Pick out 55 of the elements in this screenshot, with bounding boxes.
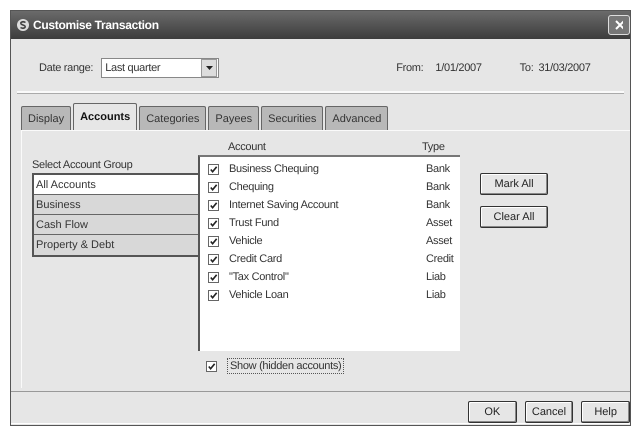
- account-name: Vehicle: [229, 235, 264, 247]
- checkbox[interactable]: [208, 290, 219, 300]
- tab[interactable]: Display: [21, 106, 72, 130]
- group-list-label: Select Account Group: [32, 159, 134, 171]
- account-type: Asset: [426, 217, 454, 229]
- dialog-button[interactable]: Help: [581, 401, 630, 423]
- account-type: Liab: [426, 271, 447, 283]
- tab[interactable]: Payees: [208, 106, 260, 130]
- from-date: 1/01/2007: [435, 62, 482, 74]
- checkbox[interactable]: [208, 254, 219, 264]
- action-button[interactable]: Clear All: [480, 206, 548, 228]
- close-button[interactable]: [608, 15, 630, 35]
- date-range-dropdown[interactable]: Last quarter: [101, 58, 220, 78]
- list-item[interactable]: All Accounts: [34, 175, 198, 195]
- account-name: Business Chequing: [229, 163, 320, 175]
- close-icon: [615, 20, 623, 30]
- account-name: Vehicle Loan: [229, 289, 290, 301]
- tab[interactable]: Securities: [261, 106, 324, 130]
- list-item[interactable]: Cash Flow: [34, 215, 198, 235]
- checkbox[interactable]: [208, 182, 219, 192]
- dialog-button[interactable]: Cancel: [524, 401, 574, 423]
- account-name: Trust Fund: [229, 217, 280, 229]
- account-name: Chequing: [229, 181, 275, 193]
- checkbox[interactable]: [208, 164, 219, 174]
- tab[interactable]: Accounts: [73, 103, 138, 130]
- action-button[interactable]: Mark All: [480, 173, 548, 195]
- column-header: Account: [228, 141, 267, 155]
- tab[interactable]: Advanced: [325, 106, 388, 130]
- dialog-button[interactable]: OK: [468, 401, 517, 423]
- account-name: Internet Saving Account: [229, 199, 340, 211]
- checkbox[interactable]: [208, 236, 219, 246]
- account-name: "Tax Control": [229, 271, 290, 283]
- account-type: Asset: [426, 235, 454, 247]
- to-date: 31/03/2007: [538, 62, 591, 74]
- account-type: Bank: [426, 181, 451, 193]
- checkbox[interactable]: [208, 200, 219, 210]
- window-title: Customise Transaction: [33, 18, 159, 32]
- checkbox[interactable]: [206, 360, 217, 372]
- from-label: From:: [396, 62, 424, 74]
- checkbox-label: Show (hidden accounts): [227, 358, 344, 374]
- account-type: Bank: [426, 163, 451, 175]
- list-item[interactable]: Business: [34, 195, 198, 215]
- list-item[interactable]: Property & Debt: [34, 235, 198, 255]
- tab[interactable]: Categories: [139, 106, 206, 130]
- caret-icon: [206, 66, 213, 70]
- account-type: Credit: [426, 253, 455, 265]
- date-range-label: Date range:: [39, 62, 94, 74]
- account-type: Bank: [426, 199, 451, 211]
- checkbox[interactable]: [208, 272, 219, 282]
- column-header: Type: [422, 141, 446, 155]
- checkbox[interactable]: [208, 218, 219, 228]
- to-label: To:: [520, 62, 534, 74]
- app-logo-icon: [17, 19, 29, 31]
- account-type: Liab: [426, 289, 447, 301]
- account-name: Credit Card: [229, 253, 283, 265]
